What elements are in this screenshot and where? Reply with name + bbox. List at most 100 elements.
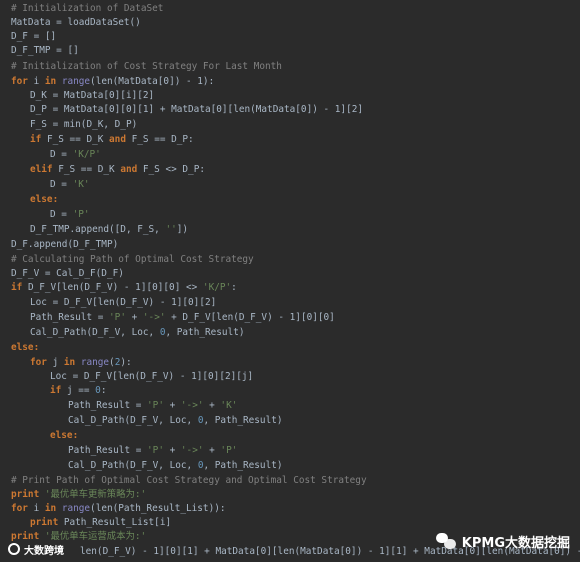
code-line-36: print Path_Result_List[i] [30, 516, 171, 530]
string-literal: 'K/P' [72, 149, 101, 160]
left-watermark-text: 大数跨境 [24, 545, 64, 557]
logo-icon [8, 543, 20, 555]
code-token: Path_Result_List[i] [58, 517, 172, 528]
code-token: ): [120, 357, 132, 368]
keyword-for: for [11, 503, 28, 514]
code-line-20: if D_F_V[len(D_F_V) - 1][0][0] <> 'K/P': [11, 281, 237, 295]
code-line-11: D = 'K/P' [50, 148, 101, 162]
code-line-13: D = 'K' [50, 178, 90, 192]
code-token: F_S == D_P: [125, 134, 194, 145]
code-token: + [163, 400, 181, 411]
code-line-24: else: [11, 342, 40, 353]
builtin-range: range [56, 76, 91, 87]
code-token: i [27, 503, 45, 514]
code-token: D = [50, 149, 73, 160]
keyword-in: in [44, 76, 57, 87]
watermark-text: KPMG大数据挖掘 [461, 535, 570, 551]
code-line-18: # Calculating Path of Optimal Cost Strat… [11, 254, 254, 265]
code-token: + [203, 400, 221, 411]
wechat-icon [435, 533, 456, 549]
string-literal: 'K' [72, 179, 90, 190]
string-literal: 'K/P' [202, 282, 232, 293]
code-line-10: if F_S == D_K and F_S == D_P: [30, 133, 194, 147]
keyword-if: if [50, 385, 62, 396]
code-token: D = [50, 179, 73, 190]
code-editor[interactable]: # Initialization of DataSet MatData = lo… [0, 0, 580, 562]
code-line-14: else: [30, 194, 59, 205]
keyword-if: if [30, 134, 42, 145]
keyword-elif: elif [30, 164, 53, 175]
string-literal: 'P' [220, 445, 238, 456]
code-token: , Path_Result) [203, 415, 283, 426]
keyword-print: print [11, 489, 40, 500]
code-token: F_S <> D_P: [137, 164, 205, 175]
code-token: Cal_D_Path(D_F_V, Loc, [30, 327, 160, 338]
string-literal: 'P' [147, 400, 164, 411]
code-token: D = [50, 209, 73, 220]
builtin-range: range [75, 357, 110, 368]
code-line-35: for i in range(len(Path_Result_List)): [11, 502, 226, 516]
code-line-5: # Initialization of Cost Strategy For La… [11, 61, 282, 72]
code-token: + D_F_V[len(D_F_V) - 1][0][0] [165, 312, 335, 323]
left-watermark: 大数跨境 [8, 540, 64, 558]
code-token: : [100, 385, 107, 396]
code-token: Path_Result = [68, 400, 148, 411]
keyword-in: in [63, 357, 76, 368]
string-literal: 'P' [147, 445, 164, 456]
code-line-29: Cal_D_Path(D_F_V, Loc, 0, Path_Result) [68, 414, 283, 428]
code-line-27: if j == 0: [50, 384, 106, 398]
string-literal: '->' [180, 445, 204, 456]
keyword-print: print [30, 517, 59, 528]
code-line-30: else: [50, 430, 79, 441]
code-token: F_S == D_K [41, 134, 110, 145]
string-literal: 'P' [72, 209, 90, 220]
code-line-9: F_S = min(D_K, D_P) [30, 119, 138, 130]
string-literal: '' [165, 224, 177, 235]
keyword-and: and [120, 164, 138, 175]
code-token: : [231, 282, 237, 293]
code-token: j [46, 357, 64, 368]
code-line-12: elif F_S == D_K and F_S <> D_P: [30, 163, 205, 177]
code-token: , Path_Result) [165, 327, 245, 338]
code-line-15: D = 'P' [50, 208, 90, 222]
code-line-17: D_F.append(D_F_TMP) [11, 239, 119, 250]
code-line-3: D_F = [] [11, 31, 57, 42]
code-token: (len(Path_Result_List)): [90, 503, 226, 514]
code-token: + [203, 445, 221, 456]
keyword-in: in [44, 503, 57, 514]
code-line-7: D_K = MatData[0][i][2] [30, 90, 155, 101]
code-line-34: print '最优单车更新策略为:' [11, 488, 146, 502]
code-token: F_S == D_K [52, 164, 121, 175]
code-line-33: # Print Path of Optimal Cost Strategy an… [11, 475, 367, 486]
code-line-28: Path_Result = 'P' + '->' + 'K' [68, 399, 237, 413]
code-token: Path_Result = [68, 445, 148, 456]
code-line-1: # Initialization of DataSet [11, 3, 164, 14]
code-line-2: MatData = loadDataSet() [11, 17, 141, 28]
code-token: Cal_D_Path(D_F_V, Loc, [68, 415, 198, 426]
string-literal: '最优单车更新策略为:' [39, 489, 147, 500]
code-line-23: Cal_D_Path(D_F_V, Loc, 0, Path_Result) [30, 326, 245, 340]
code-line-31: Path_Result = 'P' + '->' + 'P' [68, 444, 237, 458]
keyword-if: if [11, 282, 23, 293]
code-line-22: Path_Result = 'P' + '->' + D_F_V[len(D_F… [30, 311, 335, 325]
code-token: , Path_Result) [203, 460, 283, 471]
code-line-8: D_P = MatData[0][0][1] + MatData[0][len(… [30, 104, 364, 115]
code-line-25: for j in range(2): [30, 356, 132, 370]
code-line-19: D_F_V = Cal_D_F(D_F) [11, 268, 124, 279]
code-line-16: D_F_TMP.append([D, F_S, '']) [30, 223, 188, 237]
keyword-for: for [11, 76, 28, 87]
builtin-range: range [56, 503, 91, 514]
code-line-6: for i in range(len(MatData[0]) - 1): [11, 75, 214, 89]
code-token: (len(MatData[0]) - 1): [90, 76, 215, 87]
keyword-for: for [30, 357, 47, 368]
code-token: D_F_V[len(D_F_V) - 1][0][0] <> [22, 282, 203, 293]
code-line-26: Loc = D_F_V[len(D_F_V) - 1][0][2][j] [50, 371, 254, 382]
code-token: ]) [176, 224, 189, 235]
code-token: Path_Result = [30, 312, 110, 323]
string-literal: 'P' [109, 312, 126, 323]
string-literal: 'K' [220, 400, 238, 411]
string-literal: '->' [142, 312, 166, 323]
code-token: + [163, 445, 181, 456]
code-token: D_F_TMP.append([D, F_S, [30, 224, 166, 235]
code-token: + [125, 312, 143, 323]
